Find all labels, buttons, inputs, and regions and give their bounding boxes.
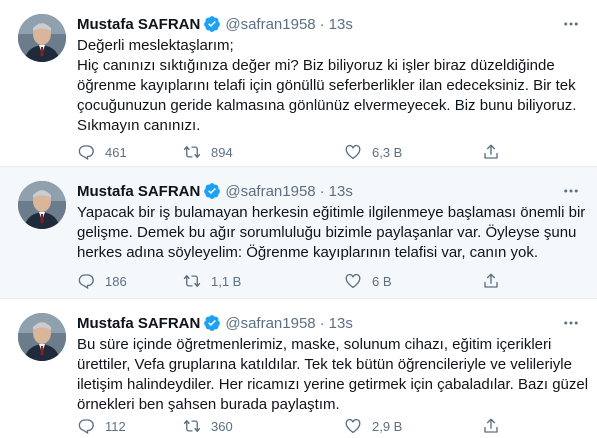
verified-badge-icon <box>204 183 221 199</box>
tweet-text-line: Yapacak bir iş bulamayan herkesin eğitim… <box>77 204 586 221</box>
tweet-text-line: örnekleri ben şahsen burada paylaştım. <box>77 396 340 413</box>
reply-count: 112 <box>105 418 126 434</box>
more-options-icon[interactable] <box>561 181 581 201</box>
author-handle[interactable]: @safran1958 <box>225 183 315 200</box>
tweet-text-line: iletişim halindeydiler. Her ricamızı yer… <box>77 376 589 393</box>
tweet[interactable]: Mustafa SAFRAN @safran1958 · 13s Bu süre… <box>0 299 597 438</box>
reply-count: 461 <box>105 144 127 160</box>
share-icon <box>484 273 498 288</box>
share-icon <box>484 418 498 433</box>
tweet-text: Bu süre içinde öğretmenlerimiz, maske, s… <box>77 335 589 415</box>
like-count: 6 B <box>372 273 392 289</box>
more-options-icon[interactable] <box>561 313 581 333</box>
timestamp[interactable]: 13s <box>329 183 353 200</box>
reply-count: 186 <box>105 273 127 289</box>
tweet-text-line: Değerli meslektaşlarım; <box>77 37 234 54</box>
reply-icon <box>78 419 94 435</box>
verified-badge-icon <box>204 315 221 331</box>
share-icon <box>484 144 498 159</box>
like-count: 2,9 B <box>372 418 403 434</box>
verified-badge-icon <box>204 16 221 32</box>
retweet-count: 894 <box>211 144 233 160</box>
retweet-button[interactable]: 1,1 B <box>183 272 241 290</box>
tweet-text-line: çocuğunuzun geride kalmasına gönlünüz el… <box>77 97 577 114</box>
tweet[interactable]: Mustafa SAFRAN @safran1958 · 13s Değerli… <box>0 0 597 167</box>
retweet-count: 360 <box>211 418 233 434</box>
tweet-actions: 112 360 2,9 B <box>77 416 517 436</box>
share-button[interactable] <box>482 417 500 435</box>
separator-dot: · <box>319 182 325 200</box>
tweet-actions: 186 1,1 B 6 B <box>77 271 517 291</box>
like-button[interactable]: 6,3 B <box>344 143 402 161</box>
avatar[interactable] <box>18 14 66 62</box>
author-handle[interactable]: @safran1958 <box>225 315 315 332</box>
tweet-text-line: Bu süre içinde öğretmenlerimiz, maske, s… <box>77 336 552 353</box>
avatar[interactable] <box>18 181 66 229</box>
tweet-text-line: öğrenme kayıplarını telafi için gönüllü … <box>77 77 576 94</box>
tweet-text-line: herkes adına söyleyelim: Öğrenme kayıpla… <box>77 244 539 261</box>
tweet-text: Değerli meslektaşlarım; Hiç canınızı sık… <box>77 36 577 136</box>
reply-icon <box>78 145 94 161</box>
reply-button[interactable]: 112 <box>77 417 126 435</box>
author-name[interactable]: Mustafa SAFRAN <box>77 315 200 332</box>
retweet-icon <box>183 275 201 287</box>
reply-button[interactable]: 461 <box>77 143 127 161</box>
tweet-text: Yapacak bir iş bulamayan herkesin eğitim… <box>77 203 586 263</box>
like-button[interactable]: 2,9 B <box>344 417 402 435</box>
like-count: 6,3 B <box>372 144 403 160</box>
tweet[interactable]: Mustafa SAFRAN @safran1958 · 13s Yapacak… <box>0 167 597 299</box>
retweet-button[interactable]: 894 <box>183 143 233 161</box>
timestamp[interactable]: 13s <box>329 16 353 33</box>
tweet-text-line: Hiç canınızı sıktığınıza değer mi? Biz b… <box>77 57 555 74</box>
author-handle[interactable]: @safran1958 <box>225 16 315 33</box>
retweet-count: 1,1 B <box>211 273 242 289</box>
tweet-text-line: ürettiler, Vefa gruplarına katıldılar. T… <box>77 356 572 373</box>
tweet-text-line: gelişme. Demek bu ağır sorumluluğu bizim… <box>77 224 577 241</box>
retweet-button[interactable]: 360 <box>183 417 233 435</box>
heart-icon <box>345 144 361 160</box>
separator-dot: · <box>319 15 325 33</box>
share-button[interactable] <box>482 143 500 161</box>
avatar[interactable] <box>18 313 66 361</box>
reply-icon <box>78 274 94 290</box>
more-options-icon[interactable] <box>561 14 581 34</box>
heart-icon <box>345 273 361 289</box>
reply-button[interactable]: 186 <box>77 272 127 290</box>
retweet-icon <box>183 146 201 158</box>
author-name[interactable]: Mustafa SAFRAN <box>77 16 200 33</box>
tweet-actions: 461 894 6,3 B <box>77 142 517 162</box>
retweet-icon <box>183 420 201 432</box>
heart-icon <box>345 418 361 434</box>
author-name[interactable]: Mustafa SAFRAN <box>77 183 200 200</box>
timestamp[interactable]: 13s <box>329 315 353 332</box>
separator-dot: · <box>319 314 325 332</box>
like-button[interactable]: 6 B <box>344 272 392 290</box>
tweet-text-line: Sıkmayın canınızı. <box>77 117 201 134</box>
share-button[interactable] <box>482 272 500 290</box>
